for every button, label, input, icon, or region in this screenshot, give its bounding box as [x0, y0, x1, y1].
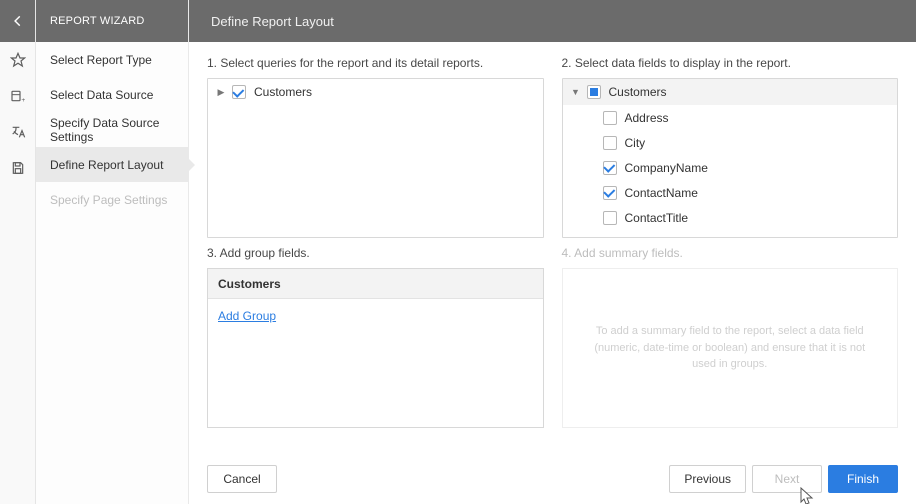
add-group-link[interactable]: Add Group: [218, 309, 276, 323]
sidebar-item-label: Select Data Source: [50, 88, 153, 102]
star-icon: [10, 52, 26, 68]
query-root-row[interactable]: ▶ Customers: [208, 79, 543, 105]
row-top: 1. Select queries for the report and its…: [207, 56, 898, 238]
summary-panel: To add a summary field to the report, se…: [562, 268, 899, 428]
field-row[interactable]: CompanyName: [563, 155, 898, 180]
groups-column: 3. Add group fields. Customers Add Group: [207, 246, 544, 428]
field-row[interactable]: ContactName: [563, 180, 898, 205]
field-row[interactable]: City: [563, 130, 898, 155]
queries-column: 1. Select queries for the report and its…: [207, 56, 544, 238]
field-checkbox[interactable]: [603, 211, 617, 225]
sidebar-item-page-settings: Specify Page Settings: [36, 182, 188, 217]
rail-star-button[interactable]: [0, 42, 35, 78]
fields-label: 2. Select data fields to display in the …: [562, 56, 899, 70]
main-area: Define Report Layout 1. Select queries f…: [189, 0, 916, 504]
fields-root-label: Customers: [609, 85, 667, 99]
query-root-label: Customers: [254, 85, 312, 99]
svg-text:+: +: [21, 97, 25, 104]
field-checkbox[interactable]: [603, 186, 617, 200]
wizard-sidebar: REPORT WIZARD Select Report Type Select …: [36, 0, 189, 504]
sidebar-item-label: Define Report Layout: [50, 158, 163, 172]
save-icon: [10, 160, 26, 176]
wizard-title: REPORT WIZARD: [36, 0, 188, 42]
icon-rail: +: [0, 0, 36, 504]
groups-body: Add Group: [208, 299, 543, 333]
field-label: Address: [625, 111, 669, 125]
groups-header: Customers: [208, 269, 543, 299]
sidebar-item-select-data-source[interactable]: Select Data Source: [36, 77, 188, 112]
database-plus-icon: +: [10, 88, 26, 104]
cancel-button[interactable]: Cancel: [207, 465, 277, 493]
queries-panel: ▶ Customers: [207, 78, 544, 238]
queries-label: 1. Select queries for the report and its…: [207, 56, 544, 70]
fields-column: 2. Select data fields to display in the …: [562, 56, 899, 238]
row-bottom: 3. Add group fields. Customers Add Group…: [207, 246, 898, 428]
summary-column: 4. Add summary fields. To add a summary …: [562, 246, 899, 428]
summary-label: 4. Add summary fields.: [562, 246, 899, 260]
sidebar-item-data-source-settings[interactable]: Specify Data Source Settings: [36, 112, 188, 147]
summary-hint: To add a summary field to the report, se…: [593, 323, 868, 373]
field-checkbox[interactable]: [603, 136, 617, 150]
fields-panel: ▼ Customers Address City: [562, 78, 899, 238]
groups-panel: Customers Add Group: [207, 268, 544, 428]
finish-button[interactable]: Finish: [828, 465, 898, 493]
fields-root-row[interactable]: ▼ Customers: [563, 79, 898, 105]
field-label: CompanyName: [625, 161, 708, 175]
sidebar-item-label: Specify Data Source Settings: [50, 116, 188, 144]
field-checkbox[interactable]: [603, 161, 617, 175]
collapse-toggle-icon[interactable]: ▼: [569, 87, 583, 97]
sidebar-item-label: Select Report Type: [50, 53, 152, 67]
field-row[interactable]: Address: [563, 105, 898, 130]
chevron-left-icon: [11, 14, 25, 28]
footer: Cancel Previous Next Finish: [189, 454, 916, 504]
translate-icon: [10, 124, 26, 140]
expand-toggle-icon[interactable]: ▶: [214, 87, 228, 98]
query-root-checkbox[interactable]: [232, 85, 246, 99]
rail-data-button[interactable]: +: [0, 78, 35, 114]
app-root: + REPORT WIZARD Select Report Type Selec…: [0, 0, 916, 504]
field-checkbox[interactable]: [603, 111, 617, 125]
next-button: Next: [752, 465, 822, 493]
fields-root-checkbox[interactable]: [587, 85, 601, 99]
rail-save-button[interactable]: [0, 150, 35, 186]
field-label: City: [625, 136, 646, 150]
sidebar-item-select-report-type[interactable]: Select Report Type: [36, 42, 188, 77]
sidebar-item-label: Specify Page Settings: [50, 193, 167, 207]
previous-button[interactable]: Previous: [669, 465, 746, 493]
field-label: ContactTitle: [625, 211, 689, 225]
page-title: Define Report Layout: [189, 0, 916, 42]
groups-label: 3. Add group fields.: [207, 246, 544, 260]
sidebar-item-define-layout[interactable]: Define Report Layout: [36, 147, 188, 182]
content: 1. Select queries for the report and its…: [189, 42, 916, 454]
field-label: ContactName: [625, 186, 698, 200]
back-button[interactable]: [0, 0, 35, 42]
rail-translate-button[interactable]: [0, 114, 35, 150]
field-row[interactable]: ContactTitle: [563, 205, 898, 230]
